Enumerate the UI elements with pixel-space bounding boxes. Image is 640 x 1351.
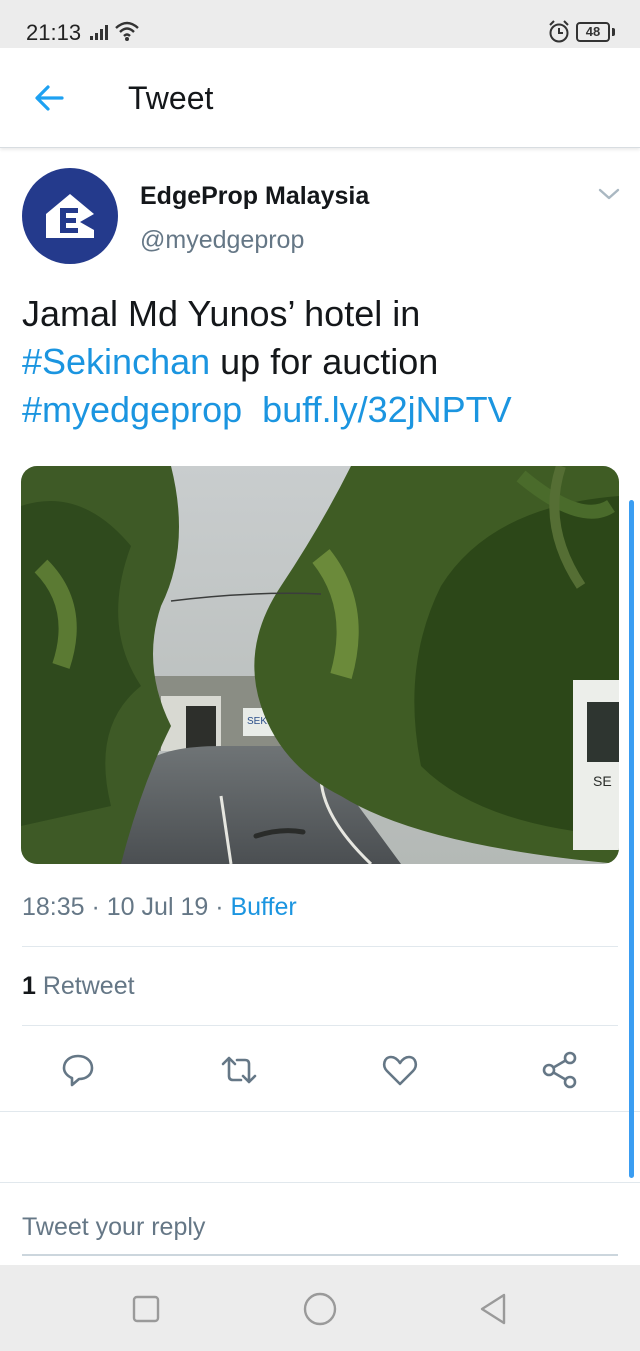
arrow-left-icon	[35, 85, 64, 111]
avatar[interactable]	[22, 168, 118, 264]
back-button[interactable]	[30, 78, 70, 118]
tweet-text-segment: up for auction	[210, 341, 439, 382]
page-title: Tweet	[128, 80, 214, 116]
tweet-text-line: #myedgeprop buff.ly/32jNPTV	[22, 386, 612, 434]
retweet-count-link[interactable]: 1 Retweet	[22, 972, 135, 1001]
wifi-icon	[115, 21, 139, 41]
reply-icon	[62, 1054, 94, 1087]
share-button[interactable]	[540, 1050, 580, 1090]
home-button[interactable]	[302, 1290, 338, 1333]
recent-apps-icon	[132, 1295, 160, 1323]
back-icon	[480, 1293, 506, 1325]
tweet-media-photo[interactable]: SEKIN SE	[21, 466, 619, 864]
tweet-link[interactable]: buff.ly/32jNPTV	[262, 389, 511, 430]
edgeprop-logo-icon	[46, 194, 94, 238]
meta-separator: ·	[208, 893, 231, 921]
divider	[22, 1025, 618, 1026]
retweet-count: 1	[22, 972, 36, 1000]
divider	[22, 946, 618, 947]
battery-level: 48	[585, 24, 601, 39]
sign-text-right: SE	[593, 773, 612, 789]
reply-input[interactable]	[22, 1207, 618, 1247]
tweet-text-line: Jamal Md Yunos’ hotel in	[22, 290, 612, 338]
status-time: 21:13	[26, 20, 82, 45]
hotel-photo: SEKIN SE	[21, 466, 619, 864]
like-button[interactable]	[380, 1050, 420, 1090]
meta-separator: ·	[84, 893, 107, 921]
battery-nub	[612, 28, 615, 36]
author-display-name[interactable]: EdgeProp Malaysia	[140, 182, 369, 211]
nav-back-button[interactable]	[478, 1290, 510, 1333]
recent-apps-button[interactable]	[132, 1290, 160, 1333]
scrollbar[interactable]	[629, 500, 634, 1178]
tweet-meta: 18:35 · 10 Jul 19 · Buffer	[22, 893, 297, 922]
retweet-button[interactable]	[219, 1050, 259, 1090]
hashtag-myedgeprop[interactable]: #myedgeprop	[22, 389, 242, 430]
home-icon	[303, 1292, 337, 1326]
share-icon	[542, 1051, 577, 1089]
reply-input-underline	[22, 1254, 618, 1256]
reply-button[interactable]	[58, 1050, 98, 1090]
app-header: Tweet	[0, 48, 640, 148]
divider	[0, 1111, 640, 1112]
tweet-source[interactable]: Buffer	[230, 893, 296, 921]
battery-icon: 48	[576, 22, 610, 42]
tweet-date: 10 Jul 19	[106, 893, 209, 921]
hashtag-sekinchan[interactable]: #Sekinchan	[22, 341, 210, 382]
tweet-text-segment: Jamal Md Yunos’ hotel in	[22, 293, 421, 334]
alarm-icon	[549, 20, 569, 43]
author-handle[interactable]: @myedgeprop	[140, 226, 304, 255]
composer-top-border	[0, 1182, 640, 1183]
chevron-down-icon[interactable]	[596, 184, 622, 204]
tweet-time: 18:35	[22, 893, 85, 921]
retweet-icon	[221, 1056, 257, 1084]
tweet-text-line: #Sekinchan up for auction	[22, 338, 612, 386]
retweet-label: Retweet	[35, 972, 135, 1000]
tweet-text: Jamal Md Yunos’ hotel in #Sekinchan up f…	[22, 290, 612, 434]
like-icon	[382, 1055, 418, 1086]
signal-icon	[90, 25, 108, 40]
status-bar: 21:13 48	[0, 0, 640, 48]
